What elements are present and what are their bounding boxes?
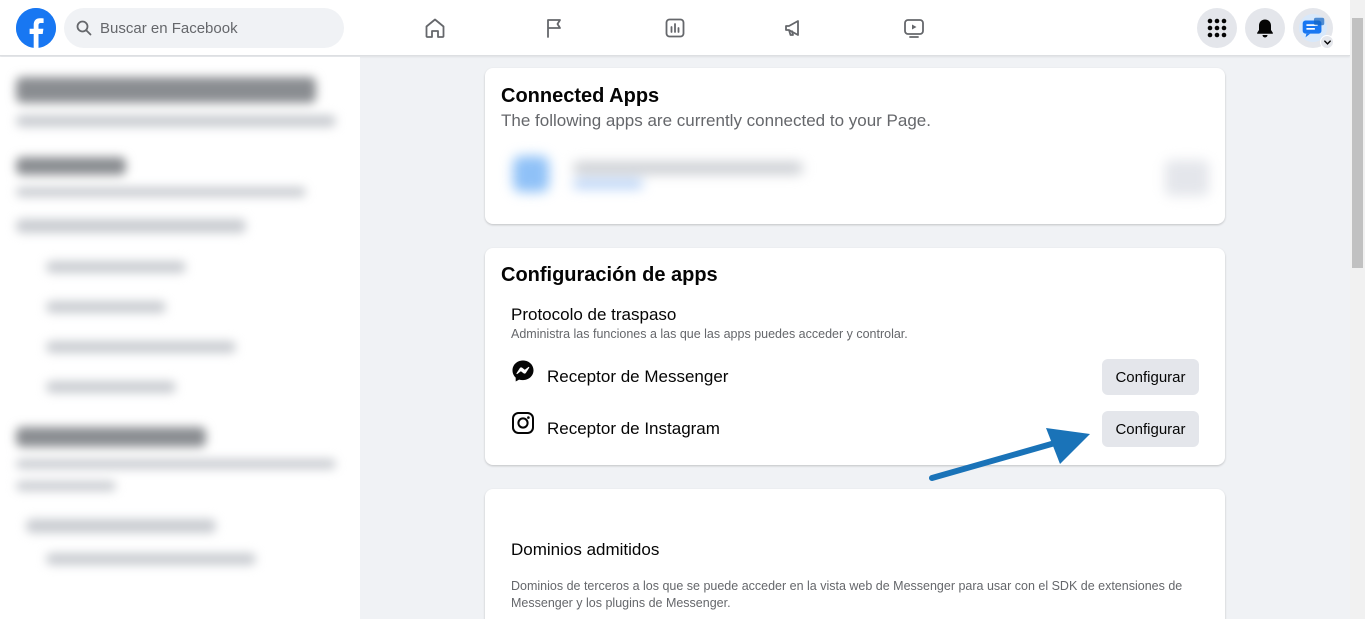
instagram-icon — [512, 412, 534, 434]
flag-icon[interactable] — [541, 14, 569, 42]
annotation-arrow-icon — [929, 428, 1090, 481]
allowed-domains-title: Dominios admitidos — [511, 540, 660, 559]
notifications-bell-icon[interactable] — [1245, 8, 1285, 48]
search-icon — [76, 20, 92, 36]
configure-instagram-button[interactable]: Configurar — [1102, 411, 1199, 447]
megaphone-icon[interactable] — [780, 14, 808, 42]
settings-sidebar — [0, 57, 360, 619]
messenger-receiver-label: Receptor de Messenger — [547, 367, 729, 386]
allowed-domains-description: Dominios de terceros a los que se puede … — [511, 579, 1183, 610]
messenger-icon — [512, 360, 534, 382]
search-input[interactable] — [100, 19, 320, 37]
handover-protocol-title: Protocolo de traspaso — [511, 305, 677, 324]
facebook-logo-icon[interactable] — [16, 8, 56, 48]
instagram-receiver-label: Receptor de Instagram — [547, 419, 720, 438]
top-navigation-bar — [0, 0, 1350, 56]
watch-icon[interactable] — [900, 14, 928, 42]
search-bar[interactable] — [64, 8, 344, 48]
app-settings-card: Configuración de apps Protocolo de trasp… — [485, 248, 1225, 465]
blurred-sidebar-content — [0, 57, 360, 591]
allowed-domains-card: Dominios admitidos Dominios de terceros … — [485, 489, 1225, 619]
home-icon[interactable] — [421, 14, 449, 42]
configure-messenger-button[interactable]: Configurar — [1102, 359, 1199, 395]
menu-grid-icon[interactable] — [1197, 8, 1237, 48]
connected-apps-title: Connected Apps — [501, 85, 660, 107]
connected-apps-subtitle: The following apps are currently connect… — [501, 111, 931, 130]
insights-icon[interactable] — [661, 14, 689, 42]
handover-protocol-description: Administra las funciones a las que las a… — [511, 327, 908, 341]
app-settings-title: Configuración de apps — [501, 264, 718, 286]
chevron-down-icon[interactable] — [1320, 35, 1334, 49]
scrollbar-thumb[interactable] — [1352, 18, 1363, 268]
connected-apps-card: Connected Apps The following apps are cu… — [485, 68, 1225, 224]
